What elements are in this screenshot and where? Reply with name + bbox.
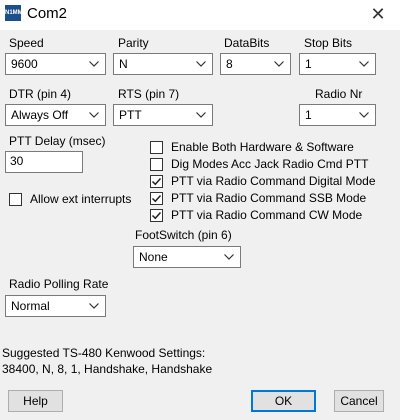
ptt-ssb-checkbox[interactable] [150,192,163,205]
allow-ext-interrupts-label: Allow ext interrupts [30,192,132,206]
cancel-button[interactable]: Cancel [334,390,384,412]
chevron-down-icon [272,57,286,71]
ptt-ssb-label: PTT via Radio Command SSB Mode [171,191,367,205]
polling-rate-value: Normal [11,299,50,313]
footswitch-dropdown[interactable]: None [133,246,241,268]
rts-value: PTT [119,108,142,122]
dtr-dropdown[interactable]: Always Off [5,104,106,126]
parity-dropdown[interactable]: N [113,53,213,75]
speed-dropdown[interactable]: 9600 [5,53,106,75]
chevron-down-icon [87,299,101,313]
suggested-settings-title: Suggested TS-480 Kenwood Settings: [2,346,206,360]
rts-dropdown[interactable]: PTT [113,104,213,126]
checkmark-icon [151,211,162,220]
dtr-value: Always Off [11,108,69,122]
rts-label: RTS (pin 7) [118,87,180,101]
chevron-down-icon [357,57,371,71]
ok-button[interactable]: OK [251,390,316,412]
enable-both-label: Enable Both Hardware & Software [171,140,354,154]
dig-modes-label: Dig Modes Acc Jack Radio Cmd PTT [171,157,369,171]
parity-value: N [119,57,128,71]
stopbits-label: Stop Bits [304,36,353,50]
checkmark-icon [151,194,162,203]
dig-modes-checkbox[interactable] [150,158,163,171]
chevron-down-icon [194,57,208,71]
ptt-digital-checkbox[interactable] [150,175,163,188]
chevron-down-icon [87,108,101,122]
stopbits-dropdown[interactable]: 1 [299,53,376,75]
ptt-digital-label: PTT via Radio Command Digital Mode [171,174,376,188]
databits-dropdown[interactable]: 8 [220,53,291,75]
checkmark-icon [151,177,162,186]
suggested-settings-values: 38400, N, 8, 1, Handshake, Handshake [2,362,213,376]
ptt-cw-label: PTT via Radio Command CW Mode [171,208,363,222]
radio-nr-dropdown[interactable]: 1 [299,104,376,126]
radio-nr-value: 1 [305,108,312,122]
ptt-cw-checkbox[interactable] [150,209,163,222]
footswitch-value: None [139,250,168,264]
chevron-down-icon [87,57,101,71]
parity-label: Parity [118,36,149,50]
ptt-delay-input[interactable]: 30 [5,151,83,173]
window-title: Com2 [27,5,68,22]
databits-label: DataBits [224,36,270,50]
stopbits-value: 1 [305,57,312,71]
speed-label: Speed [9,36,44,50]
app-icon: N1MM [5,5,23,21]
chevron-down-icon [357,108,371,122]
polling-rate-label: Radio Polling Rate [9,277,109,291]
footswitch-label: FootSwitch (pin 6) [135,228,232,242]
dtr-label: DTR (pin 4) [9,87,72,101]
speed-value: 9600 [11,57,38,71]
help-button[interactable]: Help [8,390,63,412]
chevron-down-icon [222,250,236,264]
close-icon[interactable]: ✕ [368,3,388,25]
radio-nr-label: Radio Nr [315,87,363,101]
chevron-down-icon [194,108,208,122]
databits-value: 8 [226,57,233,71]
polling-rate-dropdown[interactable]: Normal [5,295,106,317]
enable-both-checkbox[interactable] [150,141,163,154]
ptt-delay-label: PTT Delay (msec) [9,134,106,148]
allow-ext-interrupts-checkbox[interactable] [9,193,22,206]
